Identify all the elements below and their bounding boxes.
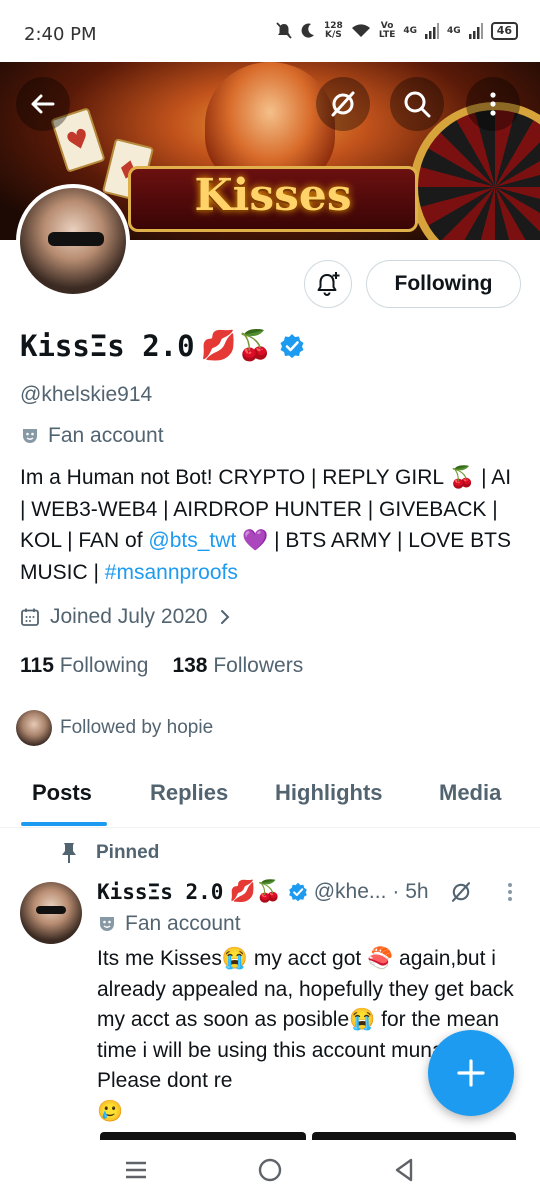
following-button[interactable]: Following: [366, 260, 521, 308]
following-label: Following: [59, 654, 149, 677]
profile-handle: @khelskie914: [20, 383, 153, 406]
post-media-preview[interactable]: [312, 1132, 516, 1140]
account-type: Fan account: [20, 424, 164, 448]
signal-icon-1: [425, 23, 440, 39]
theater-mask-icon: [23, 429, 37, 443]
recent-apps-button[interactable]: [120, 1154, 152, 1186]
back-button[interactable]: [16, 77, 70, 131]
mute-icon: [276, 22, 292, 39]
status-icons: 128 K/S Vo LTE 4G 4G 46: [276, 22, 518, 40]
display-name-emojis: 💋🍒: [200, 328, 273, 362]
post-author-handle: @khe...: [313, 880, 387, 903]
following-stat[interactable]: 115 Following: [20, 654, 148, 678]
plus-icon: [457, 1059, 485, 1087]
net1-label: 4G: [403, 25, 418, 36]
volte-indicator: Vo LTE: [379, 22, 396, 40]
profile-avatar[interactable]: [16, 184, 130, 298]
grok-button[interactable]: [316, 77, 370, 131]
post-header: KissΞs 2.0 💋🍒 @khe... · 5h: [97, 880, 517, 904]
display-name: KissΞs 2.0 💋🍒: [20, 328, 305, 363]
theater-mask-icon: [100, 917, 114, 931]
followed-by-text: Followed by hopie: [60, 717, 214, 738]
back-arrow-icon: [31, 94, 55, 114]
net2-label: 4G: [447, 25, 461, 36]
post-author-emojis: 💋🍒: [229, 880, 282, 903]
verified-badge-icon: [288, 882, 307, 902]
post-account-type-label: Fan account: [125, 912, 241, 935]
joined-label: Joined July 2020: [50, 605, 208, 628]
post-more-icon[interactable]: [505, 880, 515, 904]
back-triangle-icon: [395, 1158, 413, 1182]
system-nav-bar: [0, 1140, 540, 1200]
post-author-avatar[interactable]: [20, 882, 82, 944]
bell-plus-icon: [317, 272, 340, 296]
joined-date[interactable]: Joined July 2020: [20, 605, 232, 629]
active-tab-indicator: [21, 822, 107, 826]
home-circle-icon: [258, 1158, 282, 1182]
followed-by[interactable]: Followed by hopie: [16, 710, 213, 746]
status-time: 2:40 PM: [24, 24, 97, 45]
grok-icon: [331, 91, 355, 117]
pinned-label: Pinned: [60, 842, 159, 864]
chevron-right-icon: [220, 610, 230, 624]
grok-icon[interactable]: [449, 880, 473, 904]
tab-posts[interactable]: Posts: [32, 780, 92, 806]
status-bar: 2:40 PM 128 K/S Vo LTE 4G 4G 46: [0, 0, 540, 62]
battery-icon: 46: [490, 22, 518, 40]
calendar-icon: [21, 608, 39, 626]
follower-avatar: [16, 710, 52, 746]
pinned-text: Pinned: [96, 842, 160, 863]
recent-apps-icon: [126, 1161, 146, 1179]
speed-unit: K/S: [325, 30, 342, 40]
back-nav-button[interactable]: [388, 1154, 420, 1186]
search-icon: [404, 91, 431, 118]
display-name-text: KissΞs 2.0: [20, 328, 195, 363]
sunglasses-graphic: [36, 906, 66, 914]
volte-bottom: LTE: [378, 30, 396, 40]
network-speed: 128 K/S: [324, 22, 343, 40]
post-body-end: 🥲: [97, 1099, 124, 1123]
more-options-button[interactable]: [466, 77, 520, 131]
pin-icon: [62, 843, 76, 863]
profile-bio: Im a Human not Bot! CRYPTO | REPLY GIRL …: [20, 462, 520, 588]
signal-icon-2: [468, 23, 483, 39]
follow-stats: 115 Following 138 Followers: [20, 654, 303, 678]
post-author-name[interactable]: KissΞs 2.0: [97, 880, 223, 904]
sunglasses-graphic: [48, 232, 104, 246]
followers-stat[interactable]: 138 Followers: [172, 654, 303, 678]
post-time: · 5h: [392, 880, 429, 903]
banner-title: Kisses: [194, 170, 352, 221]
tab-replies[interactable]: Replies: [150, 780, 228, 806]
tab-highlights[interactable]: Highlights: [275, 780, 383, 806]
post-media-preview[interactable]: [100, 1132, 306, 1140]
notifications-button[interactable]: [304, 260, 352, 308]
account-type-label: Fan account: [48, 424, 164, 447]
compose-button[interactable]: [428, 1030, 514, 1116]
tab-media[interactable]: Media: [439, 780, 501, 806]
following-count: 115: [20, 654, 54, 677]
followers-label: Followers: [213, 654, 304, 677]
wifi-icon: [351, 24, 370, 37]
search-button[interactable]: [390, 77, 444, 131]
bio-mention-link[interactable]: @bts_twt: [148, 529, 236, 552]
verified-badge-icon[interactable]: [279, 333, 305, 359]
bio-hashtag-link[interactable]: #msannproofs: [105, 561, 238, 584]
home-button[interactable]: [254, 1154, 286, 1186]
profile-tabs: Posts Replies Highlights Media: [0, 766, 540, 828]
more-vertical-icon: [490, 92, 496, 116]
followers-count: 138: [172, 654, 208, 677]
post-account-type: Fan account: [97, 912, 241, 936]
dnd-moon-icon: [301, 23, 315, 38]
